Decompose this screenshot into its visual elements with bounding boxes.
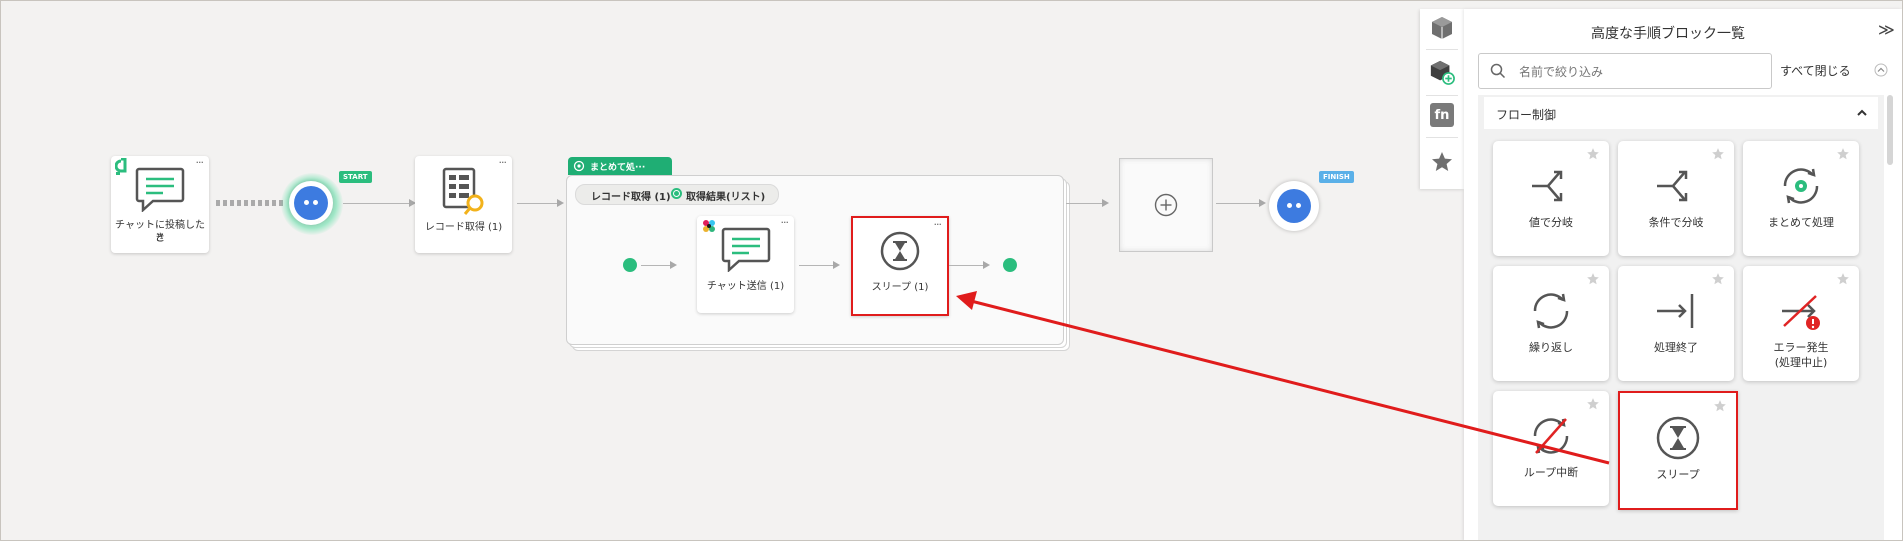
workflow-editor: ··· チャットに投稿したと き START ··· レコード取得 (1) レコ… xyxy=(0,0,1903,541)
annotation-arrow xyxy=(956,291,1610,465)
